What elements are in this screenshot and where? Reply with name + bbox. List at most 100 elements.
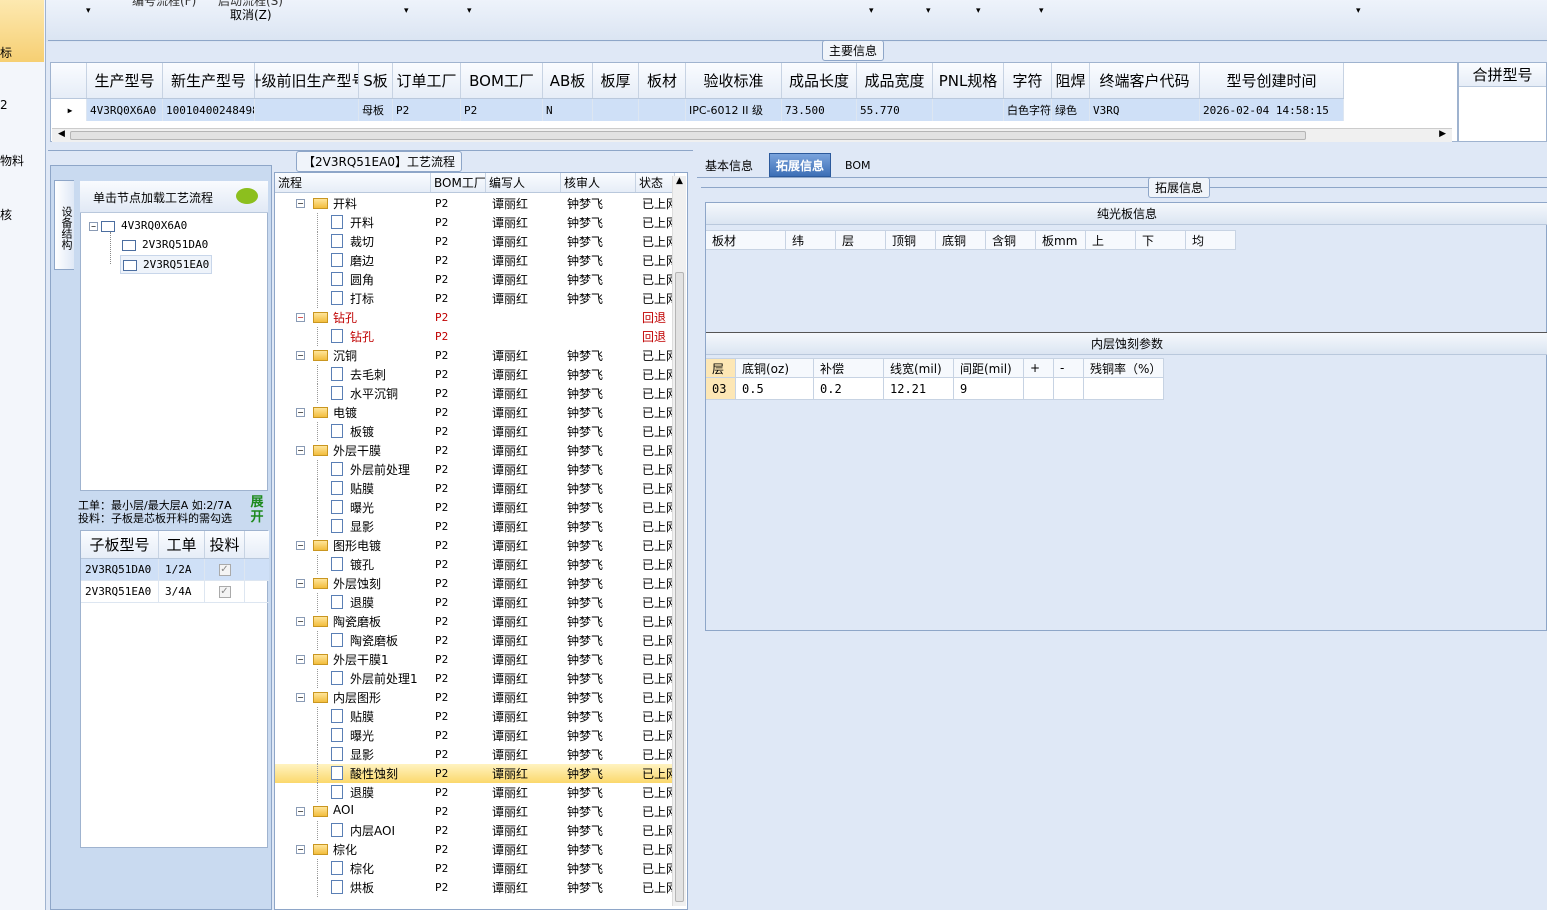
scroll-thumb[interactable] [70,131,1306,140]
bare-board-col[interactable]: 板mm [1036,230,1086,250]
cancel-button[interactable]: 取消(Z) [230,6,272,23]
inner-etch-cell[interactable]: 9 [954,378,1024,400]
flow-row[interactable]: − 外层蚀刻 P2 谭丽红 钟梦飞 已上网 [275,574,675,593]
flow-row[interactable]: 贴膜 P2 谭丽红 钟梦飞 已上网 [275,707,675,726]
tab-bom[interactable]: BOM [839,153,877,177]
inner-etch-cell[interactable] [1024,378,1054,400]
left-nav-item[interactable]: 2 [0,98,8,112]
main-col-header[interactable]: 验收标准 [686,63,782,98]
main-col-header[interactable]: 订单工厂 [393,63,461,98]
flow-row[interactable]: 外层前处理1 P2 谭丽红 钟梦飞 已上网 [275,669,675,688]
expand-button[interactable]: 展开 [247,495,267,525]
flow-row[interactable]: − 开料 P2 谭丽红 钟梦飞 已上网 [275,194,675,213]
collapse-icon[interactable]: − [296,446,305,455]
flow-row[interactable]: 去毛刺 P2 谭丽红 钟梦飞 已上网 [275,365,675,384]
tree-root-node[interactable]: − 4V3RQ0X6A0 [89,219,187,232]
inner-etch-col[interactable]: 线宽(mil) [884,358,954,378]
flow-row[interactable]: 镀孔 P2 谭丽红 钟梦飞 已上网 [275,555,675,574]
dropdown-arrow-icon[interactable]: ▾ [1356,6,1361,16]
inner-etch-cell[interactable]: 12.21 [884,378,954,400]
flow-row[interactable]: 曝光 P2 谭丽红 钟梦飞 已上网 [275,726,675,745]
flow-row[interactable]: − 电镀 P2 谭丽红 钟梦飞 已上网 [275,403,675,422]
flow-row[interactable]: 磨边 P2 谭丽红 钟梦飞 已上网 [275,251,675,270]
flow-row[interactable]: 显影 P2 谭丽红 钟梦飞 已上网 [275,517,675,536]
bare-board-col[interactable]: 板材 [706,230,786,250]
scroll-thumb[interactable] [675,272,684,902]
left-nav-item[interactable]: 核 [0,206,12,223]
collapse-icon[interactable]: − [296,845,305,854]
bare-board-col[interactable]: 顶铜 [886,230,936,250]
collapse-icon[interactable]: − [296,579,305,588]
tree-child-node-selected[interactable]: 2V3RQ51EA0 [120,255,213,274]
tab-basic-info[interactable]: 基本信息 [699,153,759,177]
flow-row[interactable]: − 钻孔 P2 回退 [275,308,675,327]
bare-board-col[interactable]: 层 [836,230,886,250]
scroll-left-icon[interactable]: ◀ [58,129,65,139]
inner-etch-col[interactable]: 底铜(oz) [736,358,814,378]
dropdown-arrow-icon[interactable]: ▾ [1039,6,1044,16]
flow-row[interactable]: 棕化 P2 谭丽红 钟梦飞 已上网 [275,859,675,878]
flow-row[interactable]: 钻孔 P2 回退 [275,327,675,346]
bare-board-col[interactable]: 上 [1086,230,1136,250]
flow-row[interactable]: 曝光 P2 谭丽红 钟梦飞 已上网 [275,498,675,517]
collapse-icon[interactable]: − [296,807,305,816]
flow-row[interactable]: 外层前处理 P2 谭丽红 钟梦飞 已上网 [275,460,675,479]
flow-row[interactable]: − 外层干膜 P2 谭丽红 钟梦飞 已上网 [275,441,675,460]
flow-row[interactable]: − AOI P2 谭丽红 钟梦飞 已上网 [275,802,675,821]
tree-child-node[interactable]: 2V3RQ51DA0 [122,238,208,251]
flow-row[interactable]: 开料 P2 谭丽红 钟梦飞 已上网 [275,213,675,232]
inner-etch-col[interactable]: 间距(mil) [954,358,1024,378]
main-col-header[interactable]: 成品宽度 [857,63,933,98]
main-col-header[interactable]: 升级前旧生产型号 [255,63,359,98]
left-nav-item[interactable]: 标 [0,44,12,61]
flow-row[interactable]: 酸性蚀刻 P2 谭丽红 钟梦飞 已上网 [275,764,675,783]
sub-board-row[interactable]: 2V3RQ51DA0 1/2A ✓ [81,559,269,581]
vertical-scrollbar[interactable]: ▲ [672,176,686,906]
inner-etch-cell[interactable]: 0.5 [736,378,814,400]
dropdown-arrow-icon[interactable]: ▾ [404,6,409,16]
flow-row[interactable]: − 沉铜 P2 谭丽红 钟梦飞 已上网 [275,346,675,365]
inner-etch-col[interactable]: - [1054,358,1084,378]
collapse-icon[interactable]: − [296,617,305,626]
flow-row[interactable]: 板镀 P2 谭丽红 钟梦飞 已上网 [275,422,675,441]
flow-row[interactable]: 烘板 P2 谭丽红 钟梦飞 已上网 [275,878,675,897]
collapse-icon[interactable]: − [296,693,305,702]
left-nav-item[interactable]: 物料 [0,152,24,169]
flow-row[interactable]: 内层AOI P2 谭丽红 钟梦飞 已上网 [275,821,675,840]
main-col-header[interactable]: 板厚 [593,63,639,98]
feed-checkbox[interactable]: ✓ [218,585,231,598]
main-col-header[interactable]: 字符 [1004,63,1052,98]
collapse-icon[interactable]: − [296,541,305,550]
flow-row[interactable]: 裁切 P2 谭丽红 钟梦飞 已上网 [275,232,675,251]
dropdown-arrow-icon[interactable]: ▾ [976,6,981,16]
flow-row[interactable]: 退膜 P2 谭丽红 钟梦飞 已上网 [275,783,675,802]
flow-row[interactable]: 圆角 P2 谭丽红 钟梦飞 已上网 [275,270,675,289]
bare-board-col[interactable]: 纬 [786,230,836,250]
flow-row[interactable]: − 外层干膜1 P2 谭丽红 钟梦飞 已上网 [275,650,675,669]
inner-etch-col[interactable]: 补偿 [814,358,884,378]
bare-board-col[interactable]: 底铜 [936,230,986,250]
main-col-header[interactable]: 板材 [639,63,686,98]
flow-row[interactable]: 陶瓷磨板 P2 谭丽红 钟梦飞 已上网 [275,631,675,650]
main-col-header[interactable]: 终端客户代码 [1090,63,1200,98]
flow-row[interactable]: − 棕化 P2 谭丽红 钟梦飞 已上网 [275,840,675,859]
collapse-icon[interactable]: − [296,199,305,208]
inner-etch-cell[interactable] [1084,378,1164,400]
horizontal-scrollbar[interactable]: ◀ ▶ [52,128,1452,142]
collapse-icon[interactable]: − [296,313,305,322]
flow-row[interactable]: 贴膜 P2 谭丽红 钟梦飞 已上网 [275,479,675,498]
bare-board-col[interactable]: 均 [1186,230,1236,250]
main-col-header[interactable]: PNL规格 [933,63,1004,98]
inner-etch-cell[interactable] [1054,378,1084,400]
scroll-up-icon[interactable]: ▲ [676,176,683,186]
flow-row[interactable]: 显影 P2 谭丽红 钟梦飞 已上网 [275,745,675,764]
main-grid-row[interactable]: ▶ 4V3RQ0X6A0 10010400248498 母板 P2 P2 N IPC-6012… [51,99,1344,121]
collapse-icon[interactable]: − [296,351,305,360]
collapse-icon[interactable]: − [89,222,98,231]
dropdown-arrow-icon[interactable]: ▾ [869,6,874,16]
main-col-header[interactable]: AB板 [543,63,593,98]
scroll-right-icon[interactable]: ▶ [1439,129,1446,139]
inner-etch-cell[interactable]: 03 [706,378,736,400]
bare-board-col[interactable]: 含铜 [986,230,1036,250]
dropdown-arrow-icon[interactable]: ▾ [467,6,472,16]
